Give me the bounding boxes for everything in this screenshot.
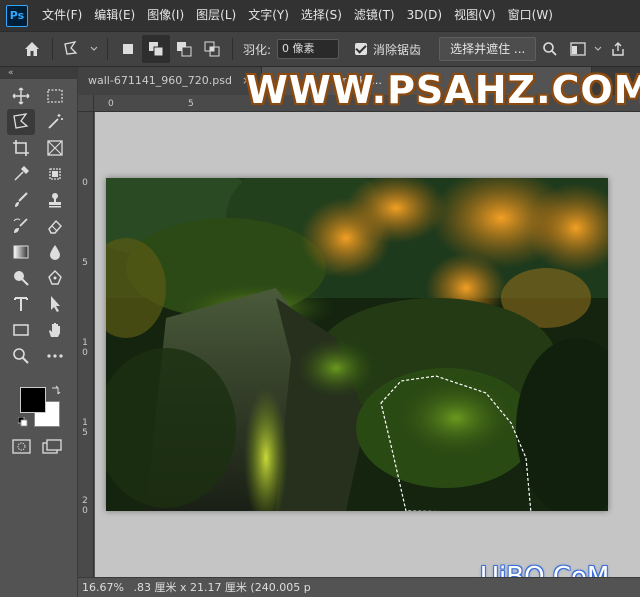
- vertical-ruler: 0 5 1 0 1 5 2 0: [78, 112, 94, 577]
- color-swatches[interactable]: [18, 385, 66, 433]
- magic-wand-tool-icon[interactable]: [41, 109, 69, 135]
- ruler-tick-label: 2 0: [82, 496, 88, 516]
- search-icon[interactable]: [536, 35, 564, 63]
- add-to-selection-icon[interactable]: [142, 35, 170, 63]
- intersect-selection-icon[interactable]: [198, 35, 226, 63]
- toolbar-collapse[interactable]: «: [0, 67, 77, 79]
- antialias-label: 消除锯齿: [373, 42, 422, 57]
- home-icon[interactable]: [18, 35, 46, 63]
- menu-select[interactable]: 选择(S): [295, 0, 348, 31]
- ruler-tick-label: 1 5: [82, 418, 88, 438]
- zoom-tool-icon[interactable]: [7, 343, 35, 369]
- menu-file[interactable]: 文件(F): [36, 0, 88, 31]
- polygonal-lasso-preset-icon[interactable]: [59, 35, 87, 63]
- tab-wall-document[interactable]: wall-671141_960_720.psd ×: [78, 67, 263, 95]
- chevron-down-icon[interactable]: [592, 35, 604, 63]
- new-selection-icon[interactable]: [114, 35, 142, 63]
- options-bar: 羽化: 0 像素 消除锯齿 选择并遮住 ...: [0, 31, 640, 67]
- divider: [232, 38, 233, 60]
- ruler-tick-label: 5: [188, 99, 194, 109]
- dodge-tool-icon[interactable]: [7, 265, 35, 291]
- frame-tool-icon[interactable]: [41, 135, 69, 161]
- ruler-tick-label: 5: [82, 258, 88, 268]
- select-and-mask-button[interactable]: 选择并遮住 ...: [439, 37, 537, 61]
- ruler-tick-label: 0: [108, 99, 114, 109]
- patch-tool-icon[interactable]: [41, 161, 69, 187]
- document-canvas-image[interactable]: [106, 178, 608, 511]
- subtract-from-selection-icon[interactable]: [170, 35, 198, 63]
- tab-label: wall-671141_960_720.psd: [88, 74, 232, 87]
- menu-type[interactable]: 文字(Y): [242, 0, 295, 31]
- crop-tool-icon[interactable]: [7, 135, 35, 161]
- rectangle-tool-icon[interactable]: [7, 317, 35, 343]
- menu-edit[interactable]: 编辑(E): [88, 0, 141, 31]
- document-size: .83 厘米 x 21.17 厘米 (240.005 p: [133, 581, 311, 594]
- menu-view[interactable]: 视图(V): [448, 0, 502, 31]
- menu-image[interactable]: 图像(I): [141, 0, 190, 31]
- zoom-level[interactable]: 16.67%: [82, 581, 124, 594]
- chevron-down-icon[interactable]: [87, 35, 101, 63]
- pen-tool-icon[interactable]: [41, 265, 69, 291]
- default-colors-icon[interactable]: [18, 417, 28, 427]
- gradient-tool-icon[interactable]: [7, 239, 35, 265]
- menu-layer[interactable]: 图层(L): [190, 0, 242, 31]
- polygonal-lasso-tool-icon[interactable]: [7, 109, 35, 135]
- menu-bar: Ps 文件(F) 编辑(E) 图像(I) 图层(L) 文字(Y) 选择(S) 滤…: [0, 0, 640, 31]
- quick-mask-icon[interactable]: [12, 439, 32, 458]
- menu-filter[interactable]: 滤镜(T): [348, 0, 401, 31]
- menu-3d[interactable]: 3D(D): [401, 0, 448, 31]
- ruler-corner: [78, 95, 94, 112]
- swap-colors-icon[interactable]: [50, 385, 62, 397]
- foreground-color-swatch[interactable]: [20, 387, 46, 413]
- menu-window[interactable]: 窗口(W): [502, 0, 559, 31]
- more-tools-icon[interactable]: [41, 343, 69, 369]
- feather-input[interactable]: 0 像素: [277, 39, 340, 59]
- marquee-tool-icon[interactable]: [41, 83, 69, 109]
- eyedropper-tool-icon[interactable]: [7, 161, 35, 187]
- stamp-tool-icon[interactable]: [41, 187, 69, 213]
- history-brush-tool-icon[interactable]: [7, 213, 35, 239]
- antialias-checkbox[interactable]: [355, 43, 368, 55]
- path-selection-tool-icon[interactable]: [41, 291, 69, 317]
- type-tool-icon[interactable]: [7, 291, 35, 317]
- watermark-psahz: WWW.PSAHZ.COM: [246, 68, 640, 112]
- tools-panel: «: [0, 67, 78, 597]
- brush-tool-icon[interactable]: [7, 187, 35, 213]
- hand-tool-icon[interactable]: [41, 317, 69, 343]
- feather-label: 羽化:: [243, 42, 272, 57]
- screen-mode-icon[interactable]: [42, 439, 62, 458]
- divider: [107, 38, 108, 60]
- status-bar: 16.67% .83 厘米 x 21.17 厘米 (240.005 p: [78, 577, 640, 597]
- blur-tool-icon[interactable]: [41, 239, 69, 265]
- photoshop-logo: Ps: [6, 4, 28, 27]
- move-tool-icon[interactable]: [7, 83, 35, 109]
- forest-rock-photo: [106, 178, 608, 511]
- ruler-tick-label: 1 0: [82, 338, 88, 358]
- share-icon[interactable]: [604, 35, 632, 63]
- workspace-icon[interactable]: [564, 35, 592, 63]
- ruler-tick-label: 0: [82, 178, 88, 188]
- eraser-tool-icon[interactable]: [41, 213, 69, 239]
- divider: [52, 38, 53, 60]
